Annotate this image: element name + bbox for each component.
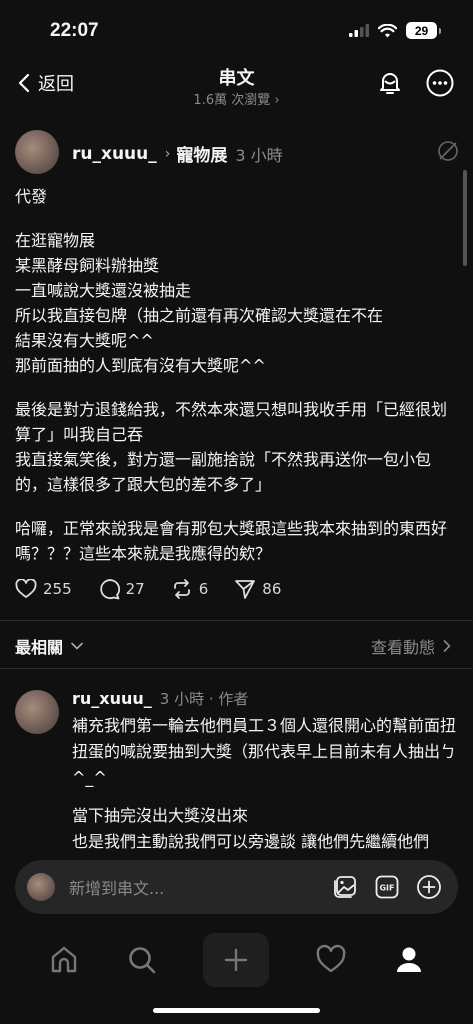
gif-icon[interactable]: GIF — [374, 874, 400, 900]
reply-compose-bar[interactable]: 新增到串文... GIF — [15, 860, 458, 914]
share-count: 86 — [262, 580, 282, 598]
edit-off-icon[interactable] — [437, 140, 459, 162]
battery-level: 29 — [414, 23, 429, 38]
home-indicator — [153, 1008, 320, 1013]
compose-input[interactable]: 新增到串文... — [69, 875, 332, 899]
share-icon — [235, 580, 256, 599]
post-paragraph: 哈囉，正常來說我是會有那包大獎跟這些我本來抽到的東西好嗎？？？這些本來就是我應得… — [15, 519, 448, 563]
wifi-icon — [378, 23, 397, 37]
chevron-right-icon: › — [164, 145, 171, 162]
sort-label: 最相關 — [15, 638, 64, 657]
post-time: 3 小時 — [235, 145, 283, 165]
view-activity-link[interactable]: 查看動態 — [371, 634, 451, 658]
svg-text:GIF: GIF — [379, 884, 394, 893]
tab-bar — [0, 925, 473, 995]
more-icon[interactable] — [425, 68, 455, 98]
post-header: ru_xuuu_ › 寵物展 3 小時 — [72, 141, 283, 167]
reply-author-avatar[interactable] — [15, 690, 59, 734]
new-post-button[interactable] — [203, 933, 270, 987]
repost-count: 6 — [198, 580, 209, 598]
like-count: 255 — [43, 580, 72, 598]
status-icons: 29 — [349, 22, 441, 39]
comment-count: 27 — [125, 580, 145, 598]
home-icon[interactable] — [48, 944, 80, 976]
chevron-down-icon — [71, 642, 83, 650]
chevron-right-icon — [443, 640, 451, 652]
share-button[interactable]: 86 — [234, 578, 281, 600]
reply-paragraph: 補充我們第一輪去他們員工３個人還很開心的幫前面扭扭蛋的喊說要抽到大獎（那代表早上… — [72, 716, 457, 787]
reply-header: ru_xuuu_ 3 小時 · 作者 — [72, 688, 248, 709]
signal-icon — [349, 24, 369, 37]
post-paragraph: 最後是對方退錢給我，不然本來還只想叫我收手用「已經很划算了」叫我自己吞 我直接氣… — [15, 400, 448, 494]
heart-tab-icon[interactable] — [315, 944, 347, 976]
sort-dropdown[interactable]: 最相關 — [15, 634, 83, 658]
post-paragraph: 在逛寵物展 某黑酵母飼料辦抽獎 一直喊說大獎還沒被抽走 所以我直接包牌（抽之前還… — [15, 231, 384, 375]
divider — [0, 620, 473, 621]
repost-icon — [173, 579, 190, 599]
reply-body: 補充我們第一輪去他們員工３個人還很開心的幫前面扭扭蛋的喊說要抽到大獎（那代表早上… — [72, 713, 460, 863]
post-username[interactable]: ru_xuuu_ — [72, 144, 157, 164]
status-time: 22:07 — [50, 20, 99, 41]
search-icon[interactable] — [126, 944, 158, 976]
reply-username[interactable]: ru_xuuu_ — [72, 689, 152, 708]
post-author-avatar[interactable] — [15, 130, 59, 174]
post-paragraph: 代發 — [15, 187, 48, 206]
activity-label: 查看動態 — [370, 638, 435, 657]
post-actions: 255 27 6 86 — [15, 578, 307, 600]
heart-icon — [15, 579, 37, 598]
image-icon[interactable] — [332, 874, 358, 900]
header-actions — [375, 68, 455, 98]
plus-icon — [225, 948, 248, 972]
profile-icon[interactable] — [393, 944, 425, 976]
repost-button[interactable]: 6 — [171, 578, 209, 600]
post-body: 代發 在逛寵物展 某黑酵母飼料辦抽獎 一直喊說大獎還沒被抽走 所以我直接包牌（抽… — [15, 184, 455, 585]
reply-meta: 3 小時 · 作者 — [159, 690, 249, 708]
compose-actions: GIF — [332, 874, 442, 900]
divider — [0, 668, 473, 669]
activity-bell-icon[interactable] — [375, 68, 405, 98]
post-topic[interactable]: 寵物展 — [176, 141, 227, 166]
battery-indicator: 29 — [406, 22, 441, 39]
scrollbar[interactable] — [463, 170, 467, 266]
avatar — [27, 873, 55, 901]
comment-button[interactable]: 27 — [98, 578, 145, 600]
comment-icon — [99, 579, 120, 600]
like-button[interactable]: 255 — [15, 579, 72, 599]
add-circle-icon[interactable] — [416, 874, 442, 900]
reply-paragraph: 當下抽完沒出大獎沒出來 也是我們主動說我們可以旁邊談 讓他們先繼續他們 — [72, 806, 430, 851]
